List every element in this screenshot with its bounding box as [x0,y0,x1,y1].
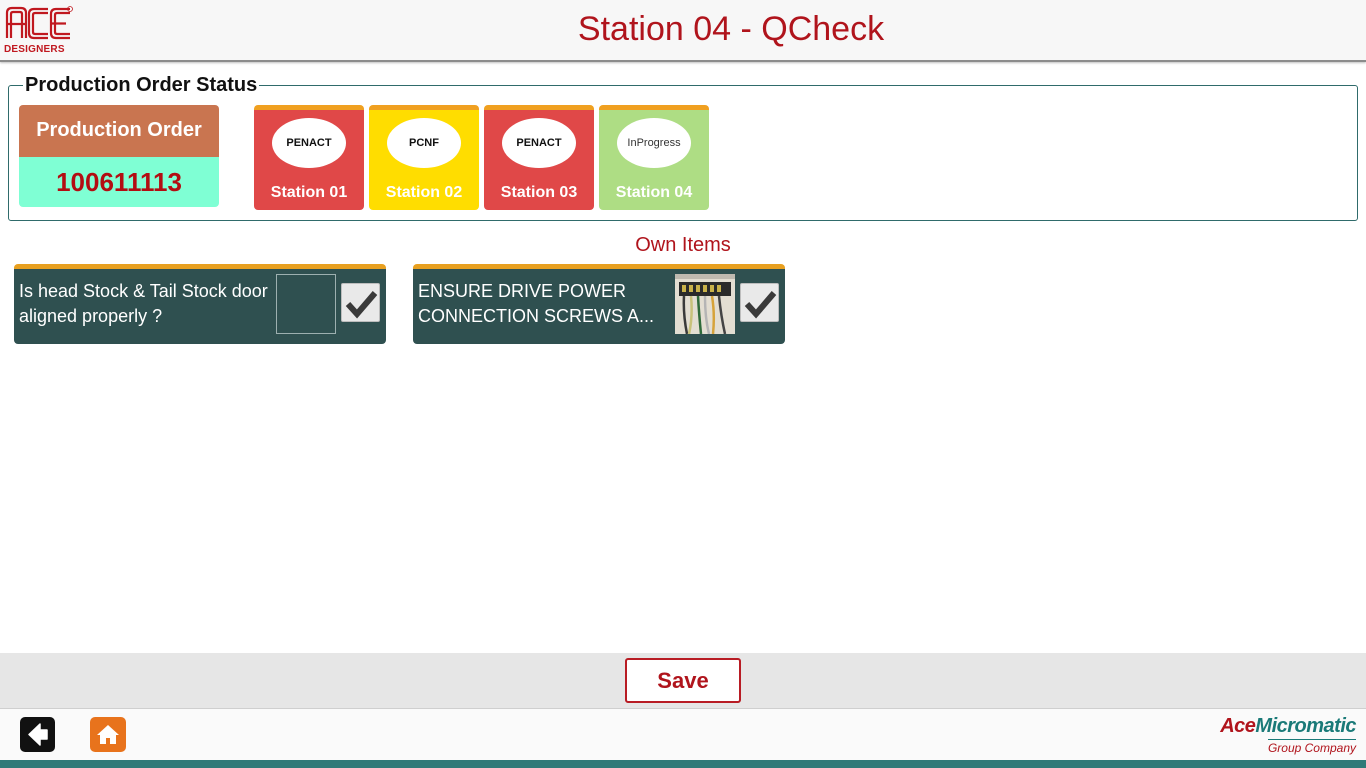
status-panel-legend: Production Order Status [23,74,260,97]
check-item-text: ENSURE DRIVE POWER CONNECTION SCREWS A..… [418,281,655,326]
back-button[interactable] [20,717,55,752]
check-item-image-placeholder[interactable] [276,274,336,334]
station-status-badge: PCNF [387,118,461,168]
check-item-card[interactable]: ENSURE DRIVE POWER CONNECTION SCREWS A..… [413,264,785,344]
check-item-text: Is head Stock & Tail Stock door aligned … [19,281,268,326]
station-status-badge: PENACT [502,118,576,168]
station-status-badge: PENACT [272,118,346,168]
station-card-04[interactable]: InProgress Station 04 [599,105,709,210]
bottom-accent-strip [0,760,1366,768]
station-name: Station 03 [500,184,578,201]
check-item-checkbox[interactable] [341,283,380,322]
station-name: Station 02 [385,184,463,201]
app-header: DESIGNERS Station 04 - QCheck [0,0,1366,62]
station-status-badge: InProgress [617,118,691,168]
production-order-status-panel: Production Order Status Production Order… [8,74,1358,221]
check-item-photo[interactable] [675,274,735,335]
home-icon [97,725,119,744]
home-button[interactable] [90,717,126,752]
station-name: Station 04 [615,184,693,201]
checkmark-icon [744,291,777,319]
production-order-label: Production Order [19,105,219,157]
station-card-01[interactable]: PENACT Station 01 [254,105,364,210]
save-button[interactable]: Save [625,658,741,703]
checkmark-icon [345,291,378,319]
station-name: Station 01 [270,184,348,201]
brand-name-part2: Micromatic [1255,715,1356,737]
own-items-heading: Own Items [635,234,731,256]
ace-micromatic-logo: AceMicromatic Group Company [1196,715,1356,755]
station-status-list: PENACT Station 01 PCNF Station 02 PENACT… [254,105,709,211]
production-order-box: Production Order 100611113 [19,105,219,207]
footer-bar: AceMicromatic Group Company [0,708,1366,760]
check-item-card[interactable]: Is head Stock & Tail Stock door aligned … [14,264,386,344]
page: DESIGNERS Station 04 - QCheck Production… [0,0,1366,768]
station-card-02[interactable]: PCNF Station 02 [369,105,479,210]
save-bar: Save [0,653,1366,708]
production-order-number: 100611113 [19,157,219,207]
brand-name-part1: Ace [1220,715,1256,737]
back-arrow-icon [28,723,48,746]
wiring-photo-icon [675,274,735,335]
brand-subtitle: Group Company [1267,739,1356,755]
brand-name: AceMicromatic [1196,715,1356,738]
check-item-checkbox[interactable] [740,283,779,322]
page-title: Station 04 - QCheck [577,10,885,48]
station-card-03[interactable]: PENACT Station 03 [484,105,594,210]
